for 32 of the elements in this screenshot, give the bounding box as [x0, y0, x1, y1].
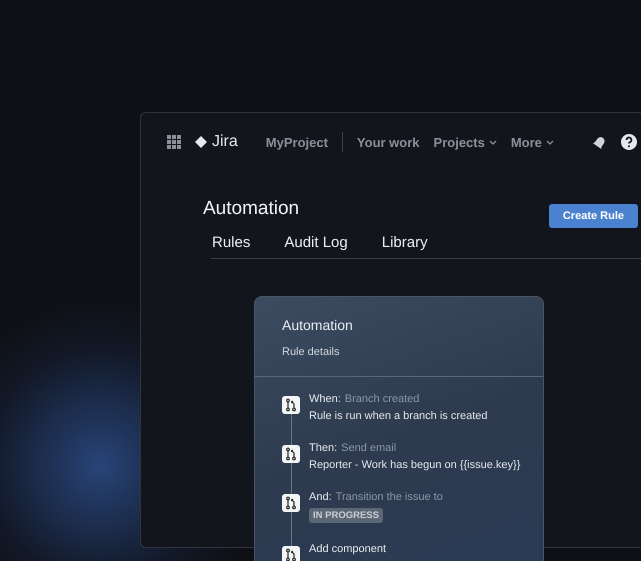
branch-icon — [282, 494, 300, 512]
step-detail: Rule is run when a branch is created — [309, 410, 488, 422]
step-label: And: — [309, 491, 332, 503]
step-label: When: — [309, 393, 341, 405]
nav-link[interactable]: More — [510, 134, 554, 150]
page-title: Automation — [203, 198, 300, 220]
nav-link[interactable]: Your work — [356, 134, 420, 150]
branch-icon — [282, 445, 300, 463]
help-icon[interactable] — [621, 134, 637, 150]
nav-link[interactable]: MyProject — [266, 134, 328, 150]
step-detail: Reporter - Work has begun on {{issue.key}} — [309, 459, 520, 471]
create-rule-button[interactable]: Create Rule — [548, 204, 638, 228]
card-subtitle: Rule details — [282, 346, 340, 358]
branch-icon — [282, 546, 300, 561]
step-label: Then: — [309, 442, 338, 454]
tab[interactable]: Library — [382, 234, 428, 251]
diamond-icon — [195, 136, 207, 148]
bell-icon[interactable] — [593, 135, 607, 149]
tab[interactable]: Rules — [212, 234, 250, 251]
chevron-down-icon — [546, 140, 554, 144]
card-title: Automation — [282, 317, 354, 333]
nav-link[interactable]: Projects — [434, 134, 497, 150]
app-grid-icon[interactable] — [167, 135, 181, 149]
step-summary: Transition the issue to — [336, 491, 443, 503]
branch-icon — [282, 396, 300, 414]
step-summary: Send email — [341, 442, 396, 454]
tab[interactable]: Audit Log — [284, 234, 348, 251]
step-label: Add component — [309, 543, 386, 555]
status-lozenge: IN PROGRESS — [309, 508, 383, 523]
jira-logo[interactable]: Jira — [195, 133, 238, 151]
chevron-down-icon — [488, 140, 497, 144]
step-summary: Branch created — [344, 393, 420, 405]
